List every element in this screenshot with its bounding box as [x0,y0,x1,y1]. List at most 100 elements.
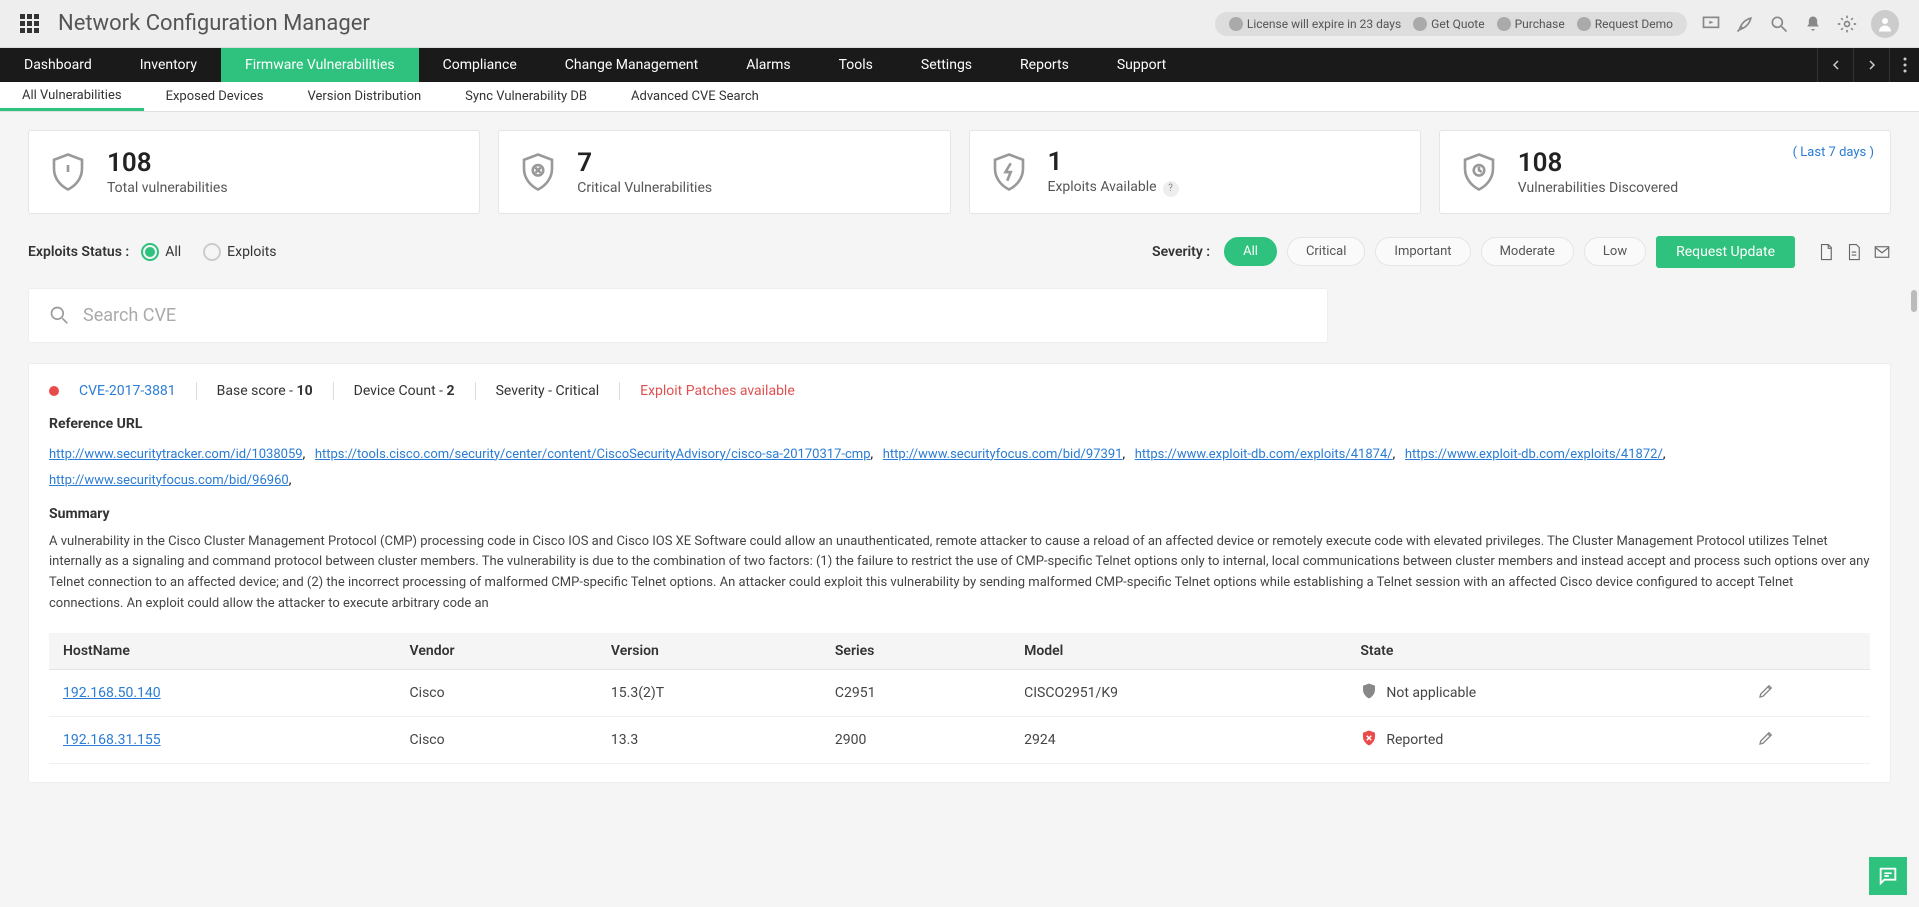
cve-header: CVE-2017-3881 Base score - 10 Device Cou… [49,382,1870,400]
summary-text: A vulnerability in the Cisco Cluster Man… [49,532,1870,615]
col-vendor[interactable]: Vendor [396,633,597,670]
card-total-vulnerabilities[interactable]: 108Total vulnerabilities [28,130,480,214]
ref-link[interactable]: http://www.securityfocus.com/bid/97391 [883,447,1123,462]
user-avatar[interactable] [1871,10,1899,38]
get-quote-link[interactable]: Get Quote [1413,17,1484,31]
card-vulnerabilities-discovered[interactable]: ( Last 7 days ) 108Vulnerabilities Disco… [1439,130,1891,214]
apps-grid-icon[interactable] [20,14,40,34]
main-nav: Dashboard Inventory Firmware Vulnerabili… [0,48,1919,82]
nav-next-arrow[interactable] [1853,48,1889,82]
app-title: Network Configuration Manager [58,11,370,36]
nav-reports[interactable]: Reports [996,48,1093,82]
nav-dashboard[interactable]: Dashboard [0,48,116,82]
ref-link[interactable]: https://www.exploit-db.com/exploits/4187… [1405,447,1663,462]
reference-urls: http://www.securitytracker.com/id/103805… [49,442,1870,494]
series-cell: C2951 [821,669,1010,716]
exploits-status-label: Exploits Status : [28,244,129,260]
cart-icon [1497,17,1511,31]
rocket-icon[interactable] [1735,14,1755,34]
gear-icon[interactable] [1837,14,1857,34]
chip-all[interactable]: All [1224,237,1277,266]
request-update-button[interactable]: Request Update [1656,236,1795,268]
subnav-sync-db[interactable]: Sync Vulnerability DB [443,82,609,111]
card-value: 1 [1048,147,1179,177]
search-cve-input[interactable] [83,305,1307,326]
chip-low[interactable]: Low [1584,237,1646,266]
subnav-all-vulnerabilities[interactable]: All Vulnerabilities [0,82,144,111]
target-icon [1229,17,1243,31]
radio-all[interactable]: All [141,243,181,261]
state-cell: Reported [1360,729,1729,751]
chip-critical[interactable]: Critical [1287,237,1365,266]
top-bar: Network Configuration Manager License wi… [0,0,1919,48]
col-model[interactable]: Model [1010,633,1346,670]
request-demo-link[interactable]: Request Demo [1577,17,1673,31]
devices-table: HostName Vendor Version Series Model Sta… [49,633,1870,764]
nav-prev-arrow[interactable] [1817,48,1853,82]
export-csv-icon[interactable] [1845,243,1863,261]
base-score: Base score - 10 [217,383,313,399]
nav-inventory[interactable]: Inventory [116,48,221,82]
col-series[interactable]: Series [821,633,1010,670]
device-count: Device Count - 2 [354,383,455,399]
version-cell: 15.3(2)T [597,669,821,716]
email-icon[interactable] [1873,243,1891,261]
nav-tools[interactable]: Tools [815,48,897,82]
scrollbar-handle[interactable] [1911,290,1917,312]
cve-detail-panel: CVE-2017-3881 Base score - 10 Device Cou… [28,363,1891,783]
card-label: Vulnerabilities Discovered [1518,180,1678,196]
col-actions [1743,633,1870,670]
export-pdf-icon[interactable] [1817,243,1835,261]
card-critical-vulnerabilities[interactable]: 7Critical Vulnerabilities [498,130,950,214]
state-cell: Not applicable [1360,682,1729,704]
nav-alarms[interactable]: Alarms [722,48,814,82]
filter-row: Exploits Status : All Exploits Severity … [28,236,1891,268]
ref-link[interactable]: https://tools.cisco.com/security/center/… [315,447,871,462]
chip-important[interactable]: Important [1375,237,1470,266]
help-icon[interactable]: ? [1163,181,1179,197]
ref-link[interactable]: https://www.exploit-db.com/exploits/4187… [1135,447,1393,462]
card-label: Critical Vulnerabilities [577,180,712,196]
radio-exploits[interactable]: Exploits [203,243,276,261]
ref-link[interactable]: http://www.securitytracker.com/id/103805… [49,447,303,462]
subnav-advanced-search[interactable]: Advanced CVE Search [609,82,781,111]
hostname-link[interactable]: 192.168.31.155 [63,732,161,748]
edit-icon[interactable] [1757,735,1775,751]
search-icon[interactable] [1769,14,1789,34]
card-exploits-available[interactable]: 1 Exploits Available? [969,130,1421,214]
exploit-patches-text: Exploit Patches available [640,383,795,399]
nav-settings[interactable]: Settings [897,48,996,82]
col-hostname[interactable]: HostName [49,633,396,670]
last-7-days-link[interactable]: ( Last 7 days ) [1793,145,1874,160]
shield-gray-icon [1360,682,1378,704]
summary-heading: Summary [49,506,1870,522]
nav-change-management[interactable]: Change Management [541,48,722,82]
card-label: Exploits Available? [1048,179,1179,197]
presentation-icon[interactable] [1701,14,1721,34]
chat-button[interactable] [1869,857,1907,895]
license-pill-group: License will expire in 23 days Get Quote… [1215,12,1687,36]
license-expiry[interactable]: License will expire in 23 days [1229,17,1401,31]
hostname-link[interactable]: 192.168.50.140 [63,685,161,701]
bell-icon[interactable] [1803,14,1823,34]
purchase-link[interactable]: Purchase [1497,17,1565,31]
nav-support[interactable]: Support [1093,48,1190,82]
subnav-version-distribution[interactable]: Version Distribution [285,82,443,111]
col-state[interactable]: State [1346,633,1743,670]
nav-more-icon[interactable] [1889,48,1919,82]
shield-warning-icon [47,151,89,193]
cve-id-link[interactable]: CVE-2017-3881 [79,383,176,399]
chip-moderate[interactable]: Moderate [1481,237,1574,266]
demo-icon [1577,17,1591,31]
dollar-icon [1413,17,1427,31]
edit-icon[interactable] [1757,688,1775,704]
table-row: 192.168.50.140 Cisco 15.3(2)T C2951 CISC… [49,669,1870,716]
subnav-exposed-devices[interactable]: Exposed Devices [144,82,286,111]
col-version[interactable]: Version [597,633,821,670]
model-cell: CISCO2951/K9 [1010,669,1346,716]
nav-compliance[interactable]: Compliance [419,48,541,82]
shield-clock-icon [1458,151,1500,193]
search-cve-box[interactable] [28,288,1328,343]
ref-link[interactable]: http://www.securityfocus.com/bid/96960 [49,473,289,488]
nav-firmware-vulnerabilities[interactable]: Firmware Vulnerabilities [221,48,419,82]
